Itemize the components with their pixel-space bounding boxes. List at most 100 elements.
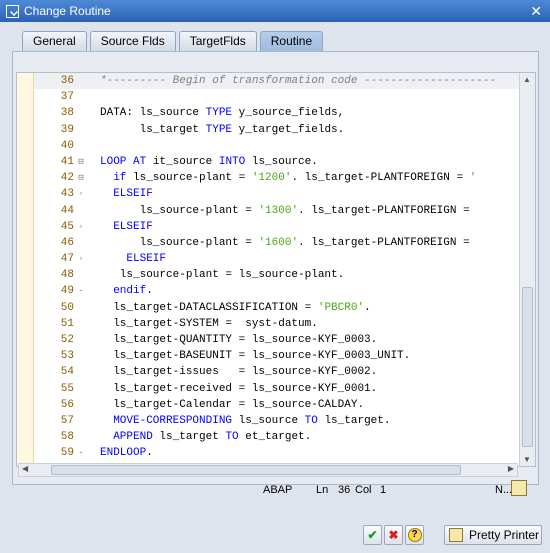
line-number: 37	[60, 91, 74, 104]
code-line[interactable]: 50 ls_target-DATACLASSIFICATION = 'PBCR0…	[34, 300, 520, 316]
code-text: if ls_source-plant = '1200'. ls_target-P…	[113, 172, 477, 185]
code-line[interactable]: 51 ls_target-SYSTEM = syst-datum.	[34, 316, 520, 332]
tab-target-flds[interactable]: TargetFlds	[178, 31, 257, 51]
help-icon: ?	[407, 528, 422, 542]
line-number: 58	[60, 431, 74, 444]
code-line[interactable]: 40	[34, 138, 520, 154]
code-text: ls_target-issues = ls_source-KYF_0002.	[100, 366, 378, 379]
code-text: DATA: ls_source TYPE y_source_fields,	[100, 107, 345, 120]
line-number: 49	[60, 285, 74, 298]
code-text: ls_target TYPE y_target_fields.	[100, 123, 345, 136]
scroll-up-icon[interactable]: ▲	[523, 75, 531, 84]
line-number: 54	[60, 366, 74, 379]
code-line[interactable]: 47 ◦ ELSEIF	[34, 251, 520, 267]
fold-marker-icon[interactable]: ◦	[75, 186, 87, 202]
code-text: ls_target-BASEUNIT = ls_source-KYF_0003_…	[100, 350, 411, 363]
code-line[interactable]: 56 ls_target-Calendar = ls_source-CALDAY…	[34, 397, 520, 413]
code-text: ls_target-received = ls_source-KYF_0001.	[100, 382, 378, 395]
line-number: 46	[60, 236, 74, 249]
pretty-printer-label: Pretty Printer	[469, 528, 540, 542]
line-number: 55	[60, 382, 74, 395]
code-line[interactable]: 41 ⊟ LOOP AT it_source INTO ls_source.	[34, 154, 520, 170]
line-number: 38	[60, 107, 74, 120]
line-number: 40	[60, 139, 74, 152]
line-number: 52	[60, 334, 74, 346]
line-number: 41	[60, 155, 74, 168]
code-lines: 36 *--------- Begin of transformation cod…	[34, 73, 520, 466]
column-label: Col	[355, 484, 372, 496]
code-text: endif.	[113, 285, 153, 298]
code-line[interactable]: 42 ⊟ if ls_source-plant = '1200'. ls_targ…	[34, 170, 520, 186]
vertical-scrollbar[interactable]: ▲ ▼	[519, 73, 535, 466]
code-text: LOOP AT it_source INTO ls_source.	[100, 155, 318, 168]
status-bar: ABAP Ln 36 Col 1 N...	[16, 481, 536, 499]
code-text: ENDLOOP.	[100, 447, 153, 460]
code-line[interactable]: 45 ◦ ELSEIF	[34, 219, 520, 235]
ok-button[interactable]: ✔	[363, 525, 382, 545]
vertical-scroll-thumb[interactable]	[522, 287, 533, 447]
scroll-right-icon[interactable]: ▶	[508, 464, 514, 473]
column-number: 1	[380, 484, 387, 496]
code-line[interactable]: 59- ENDLOOP.	[34, 445, 520, 461]
line-number: 57	[60, 414, 74, 427]
tab-source-flds[interactable]: Source Flds	[89, 31, 176, 51]
fold-marker-icon[interactable]: ⊟	[75, 154, 87, 170]
code-text: APPEND ls_target TO et_target.	[113, 431, 312, 444]
pretty-printer-button[interactable]: Pretty Printer	[444, 525, 542, 545]
fold-marker-icon[interactable]: ⊟	[75, 170, 87, 186]
mode-indicator: N...	[495, 484, 513, 496]
line-number: 59	[60, 447, 74, 460]
cancel-button[interactable]: ✖	[384, 525, 403, 545]
line-label: Ln	[316, 484, 329, 496]
code-line[interactable]: 39 ls_target TYPE y_target_fields.	[34, 122, 520, 138]
code-line[interactable]: 49- endif.	[34, 283, 520, 299]
code-line[interactable]: 46 ls_source-plant = '1600'. ls_target-P…	[34, 235, 520, 251]
scroll-down-icon[interactable]: ▼	[523, 455, 531, 464]
line-number: 51	[60, 317, 74, 330]
tab-routine[interactable]: Routine	[259, 31, 324, 51]
code-text: MOVE-CORRESPONDING ls_source TO ls_targe…	[113, 414, 391, 427]
horizontal-scrollbar[interactable]: ◀ ▶	[18, 463, 518, 477]
fold-marker-icon[interactable]: ◦	[75, 251, 87, 267]
code-text: ls_source-plant = '1300'. ls_target-PLAN…	[100, 204, 470, 217]
code-line[interactable]: 58 APPEND ls_target TO et_target.	[34, 429, 520, 445]
help-button[interactable]: ?	[405, 525, 424, 545]
language-indicator: ABAP	[263, 484, 293, 496]
code-text: ls_target-QUANTITY = ls_source-KYF_0003.	[100, 334, 378, 346]
edit-window-icon	[6, 4, 19, 18]
close-icon[interactable]: ✕	[530, 3, 542, 20]
code-line[interactable]: 52 ls_target-QUANTITY = ls_source-KYF_00…	[34, 332, 520, 348]
fold-marker-icon[interactable]: -	[75, 283, 87, 299]
code-line[interactable]: 55 ls_target-received = ls_source-KYF_00…	[34, 381, 520, 397]
code-line[interactable]: 43 ◦ ELSEIF	[34, 186, 520, 202]
code-editor[interactable]: 36 *--------- Begin of transformation cod…	[16, 72, 536, 467]
code-text: ELSEIF	[113, 188, 153, 201]
fold-marker-icon[interactable]: ◦	[75, 219, 87, 235]
line-number: 56	[60, 398, 74, 411]
horizontal-scroll-thumb[interactable]	[51, 465, 461, 475]
code-line[interactable]: 37	[34, 89, 520, 105]
code-line[interactable]: 57 MOVE-CORRESPONDING ls_source TO ls_ta…	[34, 413, 520, 429]
tab-strip: General Source Flds TargetFlds Routine	[22, 31, 326, 51]
code-text: ELSEIF	[126, 253, 167, 266]
code-line[interactable]: 48 ls_source-plant = ls_source-plant.	[34, 267, 520, 283]
line-number: 45	[60, 220, 74, 233]
code-text: ls_source-plant = ls_source-plant.	[100, 269, 345, 282]
line-number: 47	[60, 253, 74, 266]
code-text: ls_target-DATACLASSIFICATION = 'PBCR0'.	[100, 301, 371, 314]
code-line[interactable]: 38 DATA: ls_source TYPE y_source_fields,	[34, 105, 520, 121]
code-text: ELSEIF	[113, 220, 153, 233]
notes-icon[interactable]	[511, 480, 527, 496]
scroll-left-icon[interactable]: ◀	[22, 464, 28, 473]
code-line[interactable]: 44 ls_source-plant = '1300'. ls_target-P…	[34, 203, 520, 219]
code-line[interactable]: 54 ls_target-issues = ls_source-KYF_0002…	[34, 364, 520, 380]
line-number: 39	[60, 123, 74, 136]
pretty-printer-icon	[449, 528, 463, 542]
line-number: 50	[60, 301, 74, 314]
code-line[interactable]: 36 *--------- Begin of transformation cod…	[34, 73, 520, 90]
tab-general[interactable]: General	[22, 31, 87, 51]
code-text: ls_source-plant = '1600'. ls_target-PLAN…	[100, 236, 470, 249]
fold-marker-icon[interactable]: -	[75, 445, 87, 461]
window-title: Change Routine	[24, 4, 111, 18]
code-line[interactable]: 53 ls_target-BASEUNIT = ls_source-KYF_00…	[34, 348, 520, 364]
